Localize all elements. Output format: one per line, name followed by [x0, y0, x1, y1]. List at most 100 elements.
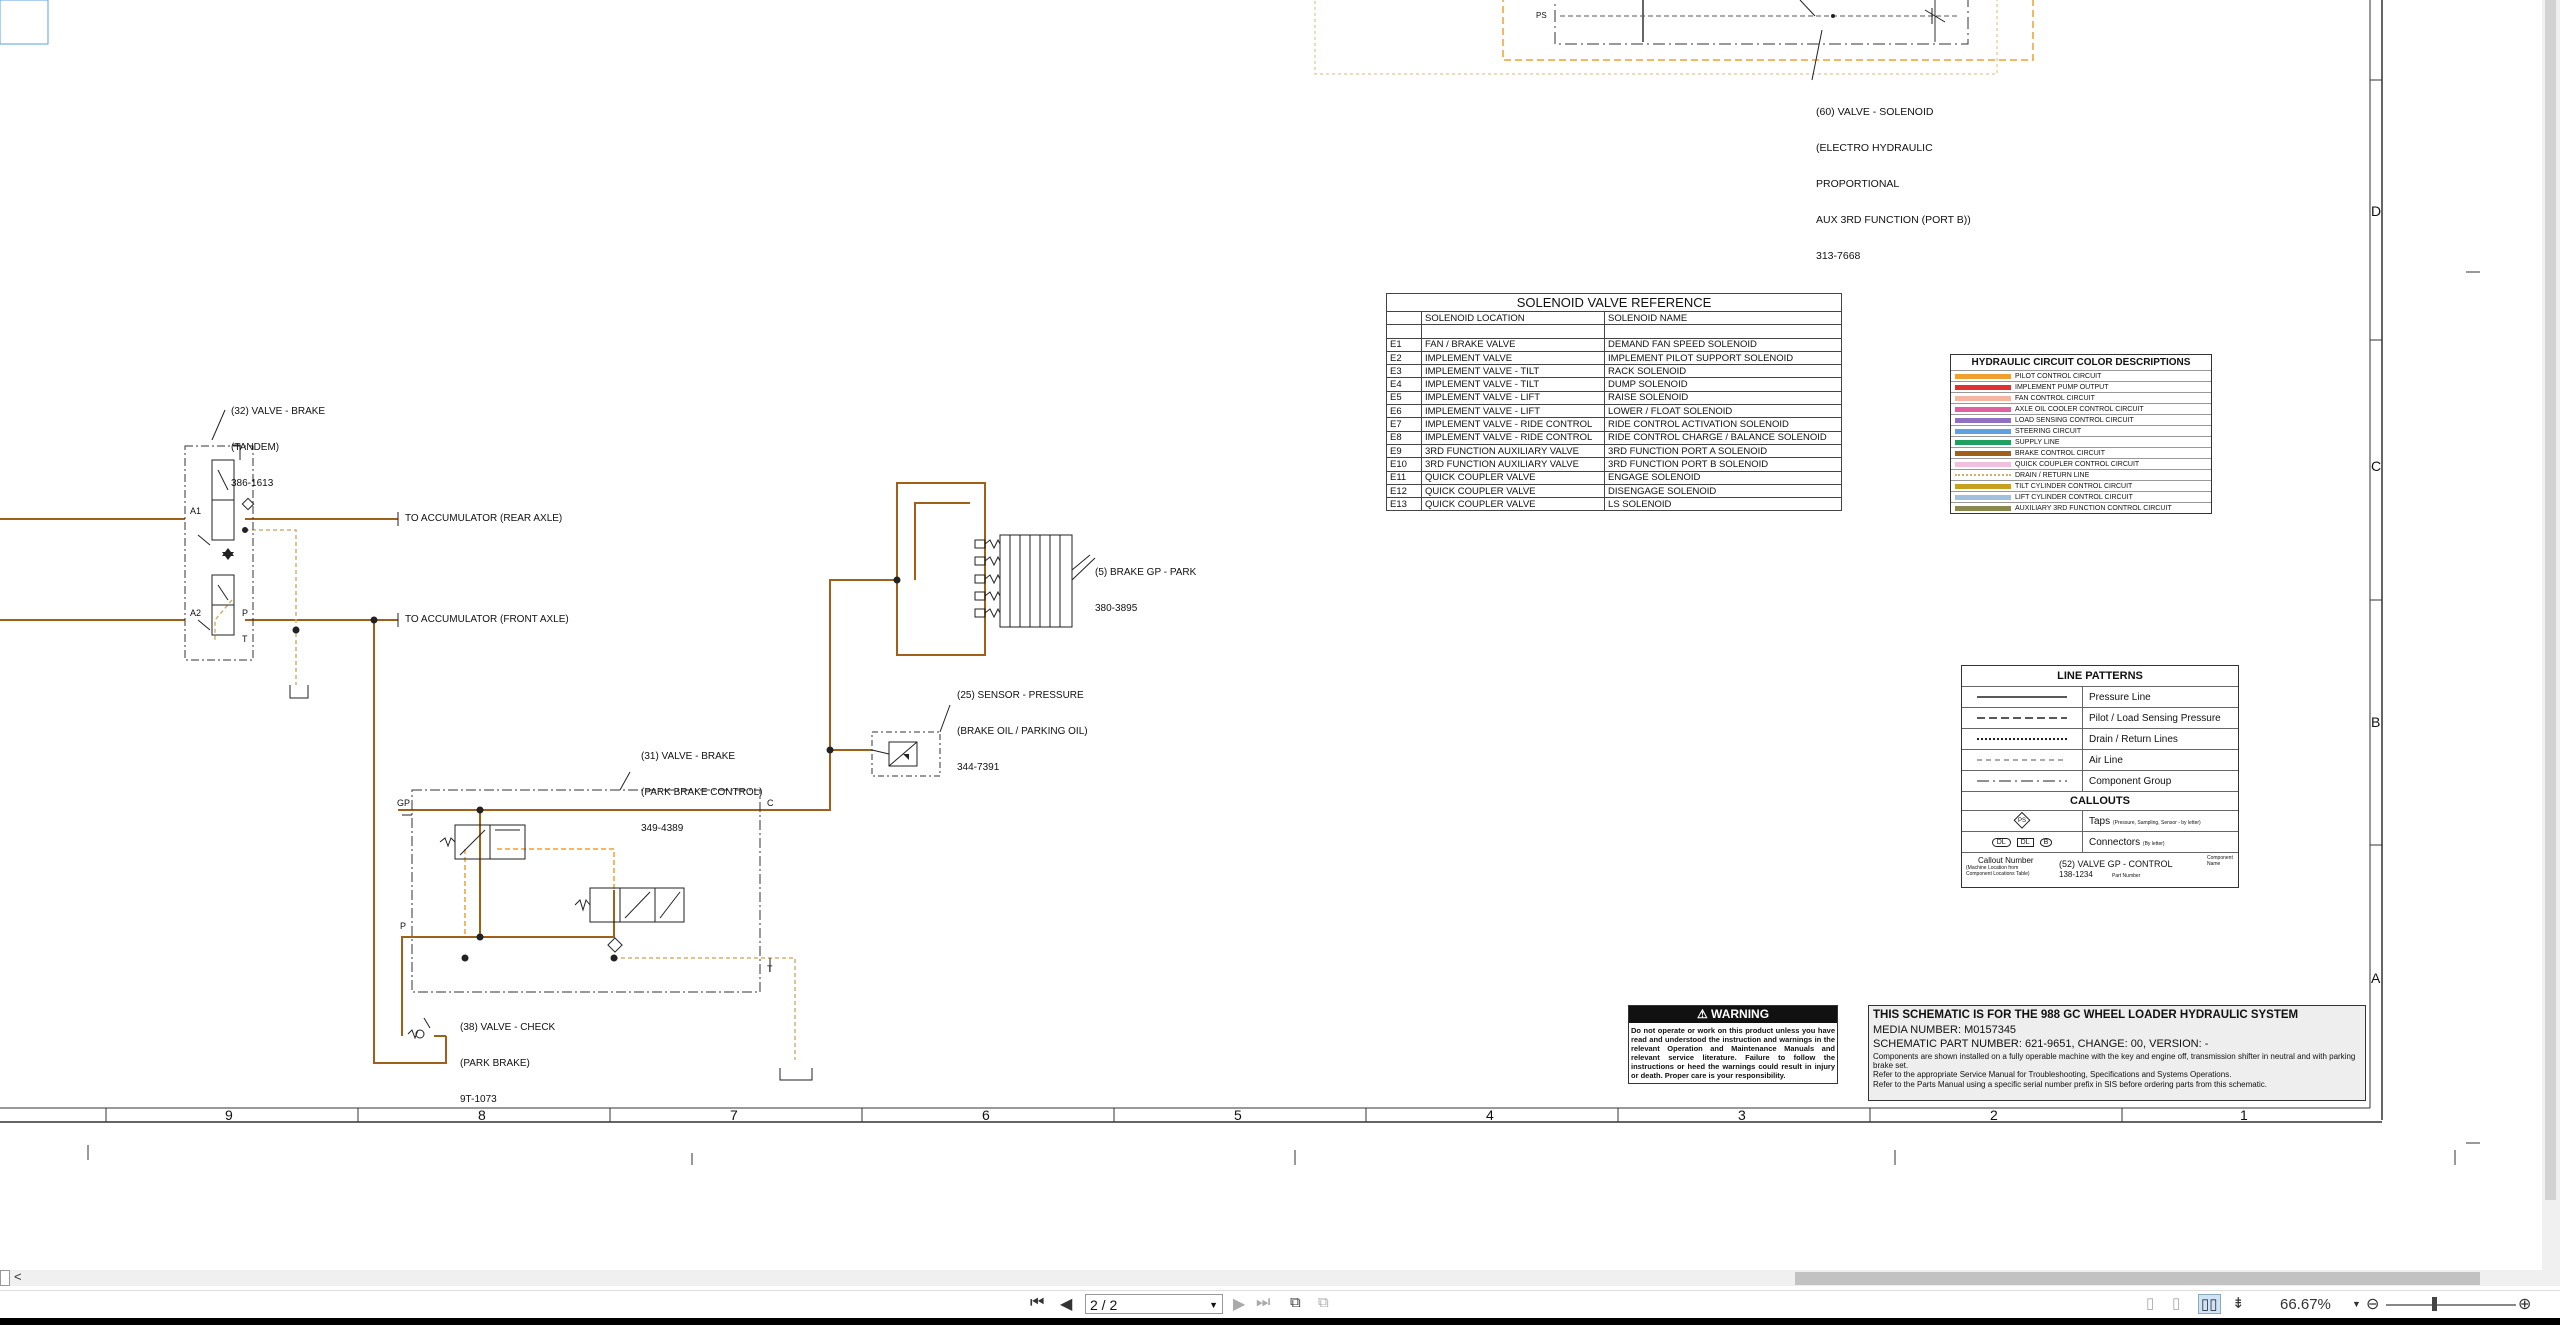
scroll-left-icon[interactable]: < — [14, 1269, 22, 1284]
color-swatch — [1955, 439, 2011, 445]
connector-symbol: DL — [1991, 837, 2011, 847]
solenoid-id: E10 — [1386, 457, 1422, 472]
solenoid-id: E2 — [1386, 350, 1422, 366]
color-legend-row: FAN CONTROL CIRCUIT — [1951, 392, 2211, 403]
solenoid-name: 3RD FUNCTION PORT A SOLENOID — [1604, 443, 1842, 459]
color-swatch — [1955, 505, 2011, 511]
solenoid-location: 3RD FUNCTION AUXILIARY VALVE — [1420, 457, 1606, 472]
callouts-title: CALLOUTS — [1962, 791, 2238, 810]
color-swatch — [1955, 474, 2011, 476]
color-legend: HYDRAULIC CIRCUIT COLOR DESCRIPTIONS PIL… — [1950, 354, 2212, 514]
media-number: MEDIA NUMBER: M0157345 — [1873, 1024, 2017, 1036]
color-swatch — [1955, 461, 2011, 467]
solenoid-id: E6 — [1386, 404, 1422, 419]
first-page-icon[interactable]: ⏮ — [1030, 1294, 1044, 1312]
color-legend-row: LIFT CYLINDER CONTROL CIRCUIT — [1951, 491, 2211, 502]
accumulator-front-label: TO ACCUMULATOR (FRONT AXLE) — [405, 614, 569, 625]
zoom-in-icon[interactable]: ⊕ — [2518, 1294, 2531, 1314]
grid-row-label: A — [2371, 970, 2381, 986]
continuous-view-icon[interactable]: ▯ — [2172, 1294, 2180, 1312]
solenoid-location: QUICK COUPLER VALVE — [1420, 470, 1606, 485]
zoom-dropdown-icon[interactable]: ▼ — [2352, 1299, 2361, 1309]
solenoid-id: E4 — [1386, 377, 1422, 392]
vertical-scrollbar-thumb[interactable] — [2545, 0, 2556, 1200]
connector-symbol: DL — [2016, 837, 2034, 847]
zoom-slider[interactable] — [2386, 1304, 2516, 1306]
line-pattern-row: Pressure Line — [1962, 686, 2238, 707]
two-page-icon[interactable]: ⧉ — [1318, 1294, 1329, 1311]
color-swatch — [1955, 395, 2011, 401]
grid-row-label: B — [2371, 714, 2381, 730]
last-page-icon[interactable]: ⏭ — [1256, 1294, 1270, 1312]
table-header-location: SOLENOID LOCATION — [1420, 310, 1606, 326]
callout-line: (BRAKE OIL / PARKING OIL) — [957, 726, 1088, 737]
schematic-part-number: SCHEMATIC PART NUMBER: 621-9651, CHANGE:… — [1873, 1038, 2209, 1050]
table-row: E6 IMPLEMENT VALVE - LIFT LOWER / FLOAT SO… — [1386, 404, 1842, 419]
grid-column-label: 1 — [2240, 1107, 2248, 1123]
callout-line: (TANDEM) — [231, 442, 280, 453]
tap-symbol-label: PS — [2017, 818, 2026, 824]
table-row: E11 QUICK COUPLER VALVE ENGAGE SOLENOID — [1386, 470, 1842, 485]
page-number-input[interactable]: 2 / 2 ▼ — [1085, 1294, 1223, 1314]
solenoid-table-body: E1 FAN / BRAKE VALVE DEMAND FAN SPEED SOLE… — [1386, 337, 1842, 512]
color-swatch — [1955, 483, 2011, 489]
line-patterns-legend: LINE PATTERNS Pressure Line Pilot / Load… — [1961, 665, 2239, 888]
schematic-sheet: (60) VALVE - SOLENOID (ELECTRO HYDRAULIC… — [0, 0, 2560, 1270]
color-legend-row: IMPLEMENT PUMP OUTPUT — [1951, 381, 2211, 392]
port-label-a1: A1 — [190, 506, 202, 516]
table-row: E4 IMPLEMENT VALVE - TILT DUMP SOLENOID — [1386, 377, 1842, 392]
callout-line: 313-7668 — [1816, 250, 1861, 262]
port-label-t2: T — [767, 964, 773, 974]
line-pattern-row: Drain / Return Lines — [1962, 728, 2238, 749]
page-layout-icon[interactable]: ⧉ — [1290, 1294, 1301, 1311]
solenoid-id: E11 — [1386, 470, 1422, 485]
callout-sensor-pressure: (25) SENSOR - PRESSURE (BRAKE OIL / PARK… — [957, 666, 1088, 798]
solenoid-name: LS SOLENOID — [1604, 497, 1842, 512]
callout-line: (32) VALVE - BRAKE — [231, 406, 326, 417]
port-label-c: C — [767, 798, 774, 808]
callout-line: (PARK BRAKE CONTROL) — [641, 787, 763, 798]
line-pattern-row: Pilot / Load Sensing Pressure — [1962, 707, 2238, 728]
color-legend-row: SUPPLY LINE — [1951, 436, 2211, 447]
single-page-view-icon[interactable]: ▯ — [2146, 1294, 2154, 1312]
connectors-note: (By letter) — [2142, 840, 2165, 847]
solenoid-name: DUMP SOLENOID — [1604, 377, 1842, 392]
solenoid-location: IMPLEMENT VALVE - LIFT — [1420, 390, 1606, 406]
color-legend-row: PILOT CONTROL CIRCUIT — [1951, 370, 2211, 381]
zoom-level[interactable]: 66.67% — [2280, 1296, 2331, 1313]
color-legend-row: TILT CYLINDER CONTROL CIRCUIT — [1951, 480, 2211, 491]
sidebar-toggle[interactable] — [0, 1270, 10, 1286]
grid-column-label: 8 — [478, 1107, 486, 1123]
callout-brake-gp-park: (5) BRAKE GP - PARK 380-3895 — [1095, 543, 1196, 639]
table-row: E5 IMPLEMENT VALVE - LIFT RAISE SOLENOID — [1386, 390, 1842, 406]
table-row: E3 IMPLEMENT VALVE - TILT RACK SOLENOID — [1386, 364, 1842, 379]
zoom-slider-handle[interactable] — [2432, 1297, 2437, 1311]
solenoid-location: FAN / BRAKE VALVE — [1420, 337, 1606, 352]
callout-line: 380-3895 — [1095, 603, 1138, 614]
line-pattern-label: Pressure Line — [2089, 691, 2151, 703]
chevron-down-icon[interactable]: ▼ — [1209, 1295, 1218, 1315]
title-note-2: Refer to the appropriate Service Manual … — [1873, 1070, 2232, 1079]
grid-column-label: 6 — [982, 1107, 990, 1123]
color-label: FAN CONTROL CIRCUIT — [2015, 394, 2095, 402]
warning-text: Do not operate or work on this product u… — [1631, 1026, 1835, 1080]
line-pattern-label: Drain / Return Lines — [2089, 733, 2178, 745]
zoom-out-icon[interactable]: ⊖ — [2366, 1294, 2379, 1314]
color-label: BRAKE CONTROL CIRCUIT — [2015, 449, 2105, 457]
title-block: THIS SCHEMATIC IS FOR THE 988 GC WHEEL L… — [1868, 1005, 2366, 1101]
next-page-icon[interactable]: ▶ — [1233, 1294, 1245, 1314]
previous-page-icon[interactable]: ◀ — [1060, 1294, 1072, 1314]
line-pattern-row: Component Group — [1962, 770, 2238, 791]
scroll-view-icon[interactable]: ⇟ — [2232, 1294, 2245, 1312]
horizontal-scrollbar-thumb[interactable] — [1795, 1272, 2480, 1285]
callout-line: (5) BRAKE GP - PARK — [1095, 567, 1197, 578]
accumulator-rear-label: TO ACCUMULATOR (REAR AXLE) — [405, 513, 563, 524]
color-legend-row: DRAIN / RETURN LINE — [1951, 469, 2211, 480]
solenoid-id: E3 — [1386, 364, 1422, 379]
table-title: SOLENOID VALVE REFERENCE — [1386, 293, 1842, 312]
taskbar-edge — [0, 1318, 2560, 1325]
facing-view-icon[interactable]: ▯▯ — [2198, 1294, 2221, 1314]
color-swatch — [1955, 406, 2011, 412]
table-row: E12 QUICK COUPLER VALVE DISENGAGE SOLENOID — [1386, 483, 1842, 499]
title-note-3: Refer to the Parts Manual using a specif… — [1873, 1080, 2267, 1089]
